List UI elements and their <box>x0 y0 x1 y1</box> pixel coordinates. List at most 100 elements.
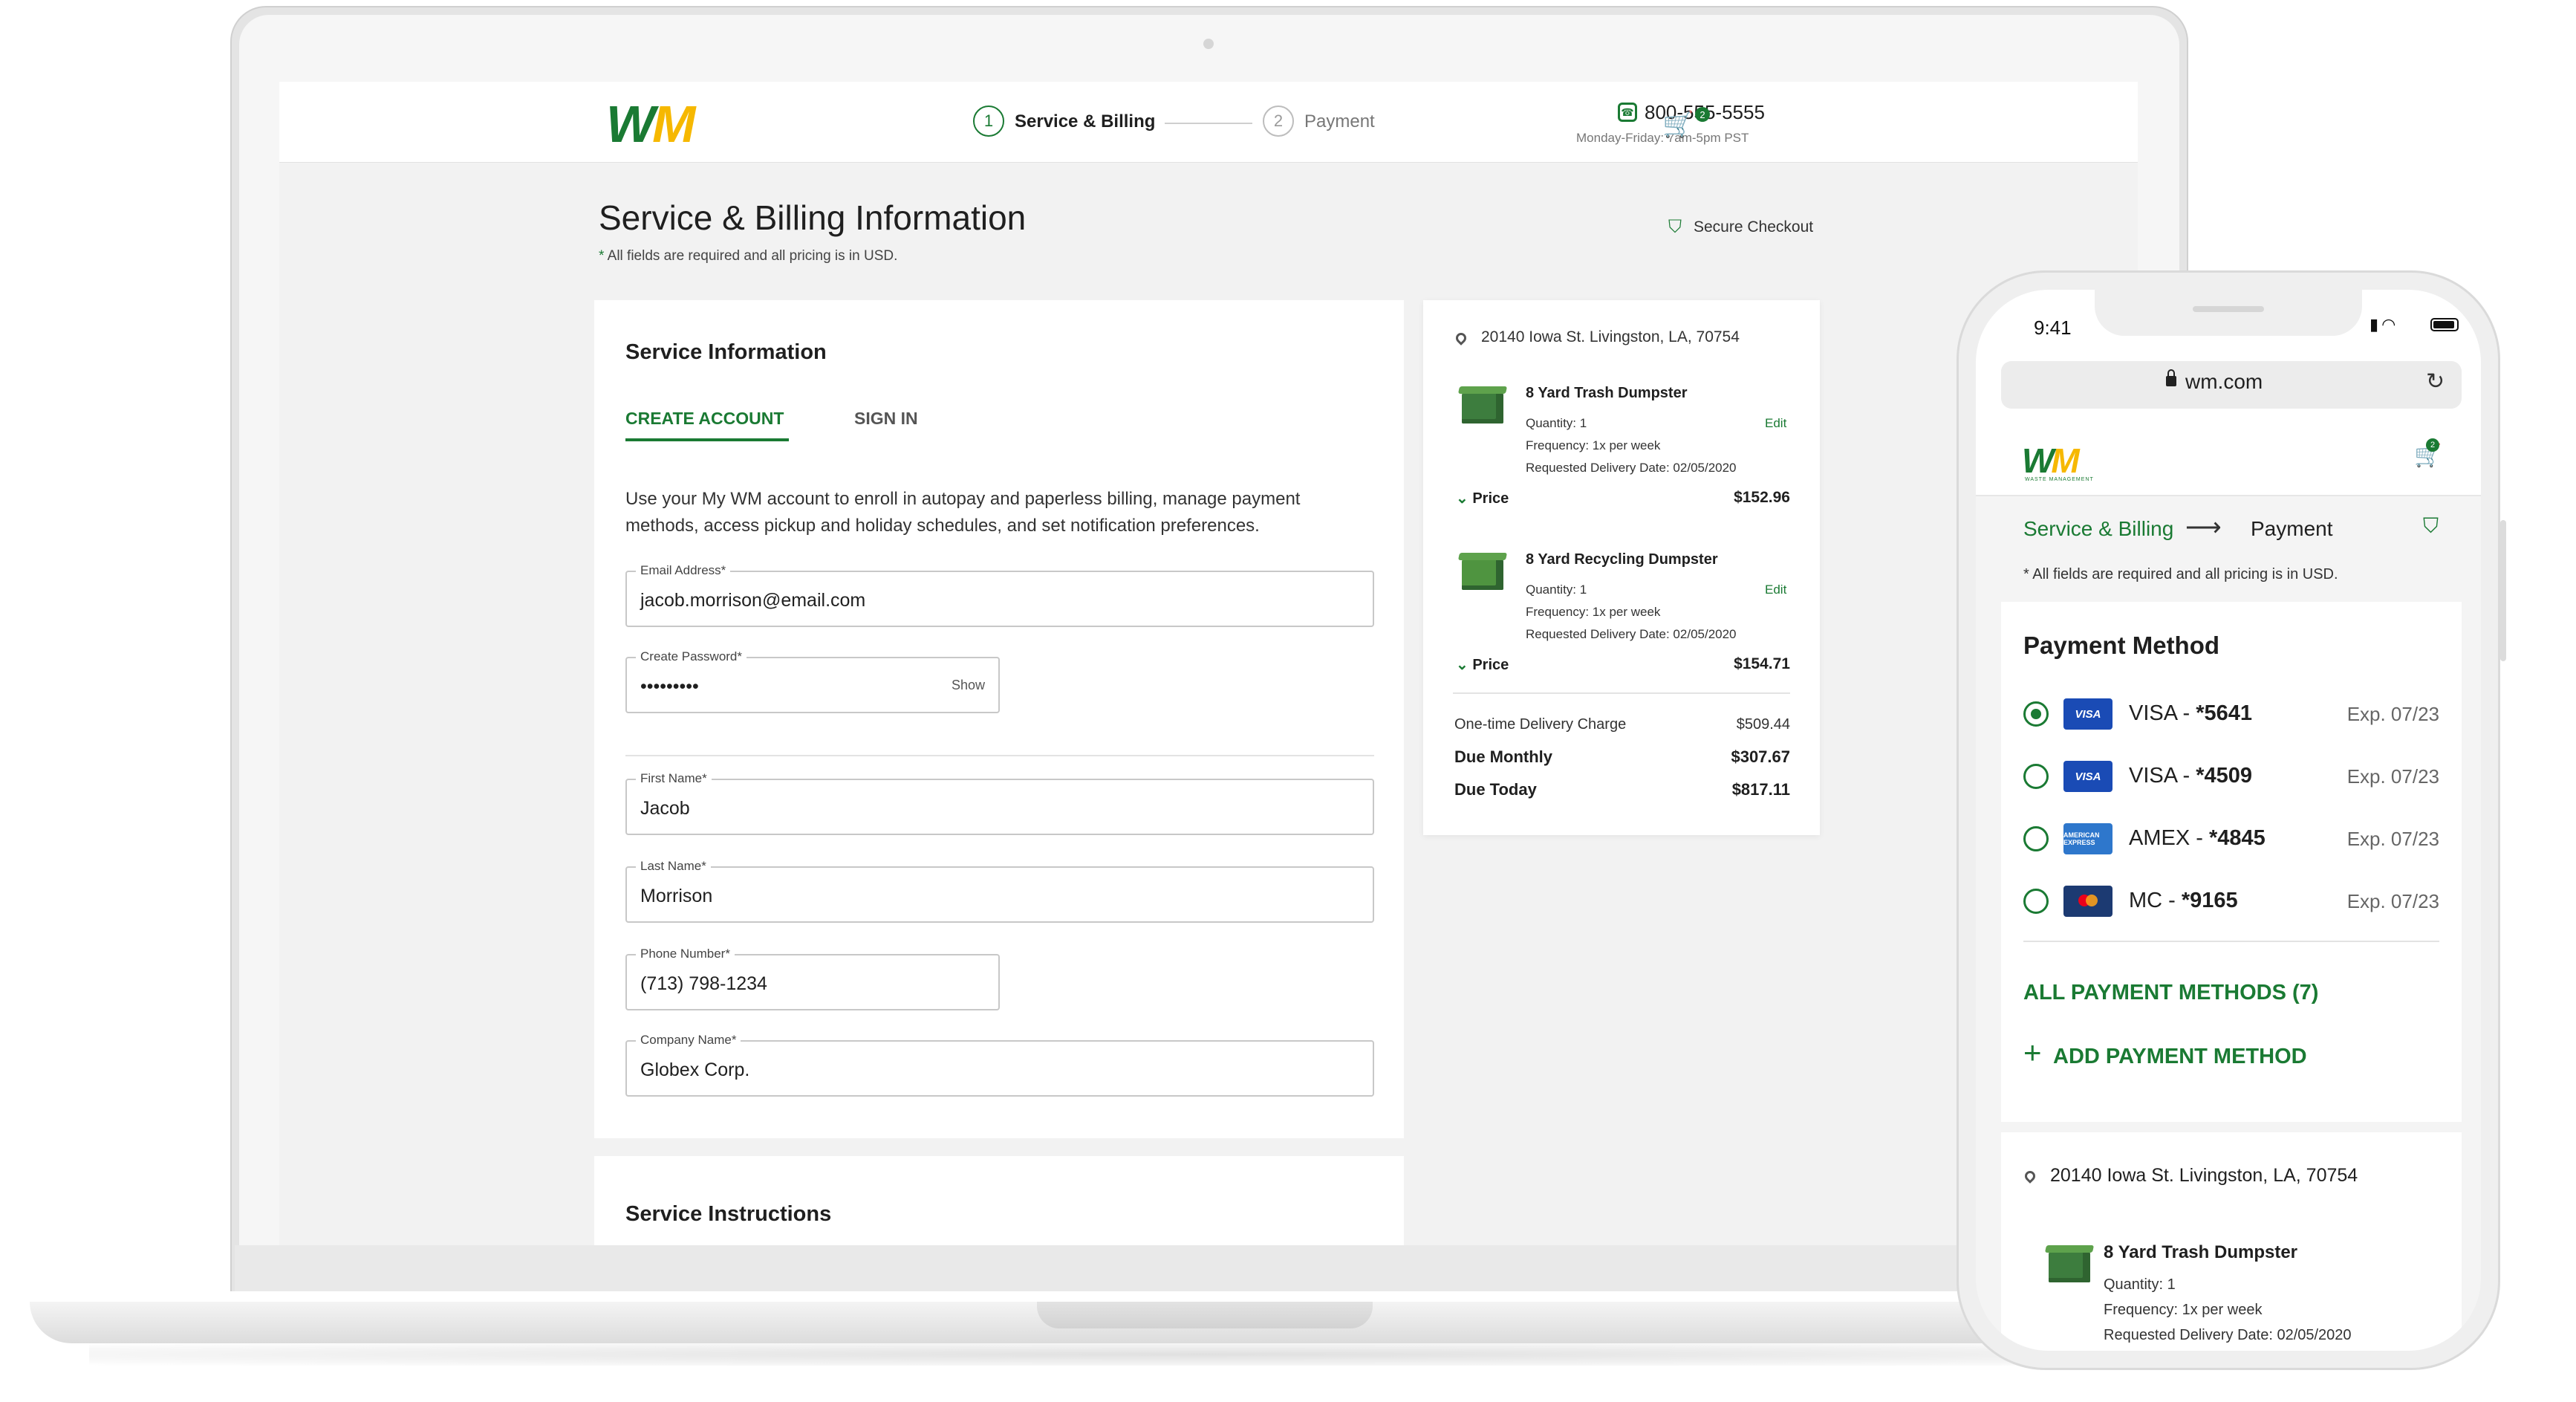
payment-divider <box>2023 941 2439 942</box>
radio-unselected[interactable] <box>2023 764 2049 789</box>
wm-logo[interactable]: WM <box>2022 441 2080 480</box>
password-value: ••••••••• <box>640 676 699 697</box>
laptop-screen: WM 1 Service & Billing 2 Payment ☎ 800-5… <box>279 82 2138 1245</box>
edit-item-link[interactable]: Edit <box>1765 582 1786 597</box>
step2-indicator: 2 <box>1263 106 1294 137</box>
card-last4: *9165 <box>2181 889 2238 912</box>
reload-icon[interactable]: ↻ <box>2426 369 2445 395</box>
card-last4: *5641 <box>2196 701 2253 725</box>
password-field[interactable]: Create Password* ••••••••• Show <box>625 649 1000 713</box>
phone-number-field[interactable]: Phone Number* (713) 798-1234 <box>625 947 1000 1010</box>
recycling-dumpster-image <box>1462 559 1503 590</box>
laptop-shadow <box>89 1343 2318 1366</box>
signal-wifi-icon: ▮◠ <box>2370 315 2399 334</box>
item-price: $154.71 <box>1734 655 1790 672</box>
add-payment-method-button[interactable]: ADD PAYMENT METHOD <box>2053 1045 2307 1069</box>
payment-label: MC - *9165 <box>2129 889 2238 913</box>
payment-method-card: Payment Method VISA VISA - *5641 Exp. 07… <box>2001 602 2462 1122</box>
card-expiry: Exp. 07/23 <box>2346 890 2439 912</box>
item-title: 8 Yard Recycling Dumpster <box>1526 551 1718 568</box>
cart-badge: 2 <box>2426 438 2439 452</box>
item-delivery-date: Requested Delivery Date: 02/05/2020 <box>1526 627 1737 641</box>
price-toggle[interactable]: ⌄ Price <box>1456 489 1509 507</box>
step-connector <box>1165 123 1252 124</box>
laptop-notch <box>1037 1302 1373 1328</box>
step1-indicator: 1 <box>973 106 1004 137</box>
payment-option-amex-4845[interactable]: AMERICAN EXPRESS AMEX - *4845 Exp. 07/23 <box>2023 816 2439 860</box>
radio-unselected[interactable] <box>2023 889 2049 914</box>
password-label: Create Password* <box>636 649 747 664</box>
due-today-value: $817.11 <box>1731 780 1790 799</box>
last-name-field[interactable]: Last Name* Morrison <box>625 859 1374 923</box>
service-info-heading: Service Information <box>625 340 827 364</box>
trash-dumpster-image <box>2049 1251 2090 1282</box>
chevron-down-icon: ⌄ <box>1456 657 1468 673</box>
logo-m: M <box>652 95 695 153</box>
email-field[interactable]: Email Address* jacob.morrison@email.com <box>625 563 1374 627</box>
radio-unselected[interactable] <box>2023 826 2049 851</box>
item-delivery-date: Requested Delivery Date: 02/05/2020 <box>2104 1327 2352 1343</box>
company-name-label: Company Name* <box>636 1033 741 1048</box>
laptop-chin <box>235 1245 2184 1291</box>
company-name-field[interactable]: Company Name* Globex Corp. <box>625 1033 1374 1097</box>
payment-label: VISA - *5641 <box>2129 701 2252 726</box>
company-name-value: Globex Corp. <box>640 1059 750 1080</box>
laptop-camera <box>1203 39 1214 49</box>
required-star: * <box>599 248 605 264</box>
shield-icon: ⛉ <box>1668 217 1682 237</box>
phone-number-label: Phone Number* <box>636 947 735 961</box>
tab-sign-in[interactable]: SIGN IN <box>854 409 918 429</box>
all-payment-methods-link[interactable]: ALL PAYMENT METHODS (7) <box>2023 981 2318 1005</box>
active-tab-indicator <box>625 438 789 441</box>
shield-icon: ⛉ <box>2423 514 2439 537</box>
first-name-field[interactable]: First Name* Jacob <box>625 771 1374 835</box>
status-time: 9:41 <box>2034 317 2072 339</box>
phone-number-value: (713) 798-1234 <box>640 973 767 994</box>
service-instructions-card: Service Instructions <box>594 1156 1404 1245</box>
mobile-order-summary-card: 20140 Iowa St. Livingston, LA, 70754 8 Y… <box>2001 1132 2462 1351</box>
payment-option-visa-5641[interactable]: VISA VISA - *5641 Exp. 07/23 <box>2023 691 2439 736</box>
page-title: Service & Billing Information <box>599 198 1027 237</box>
item-quantity: Quantity: 1 <box>2104 1276 2176 1293</box>
account-intro-text: Use your My WM account to enroll in auto… <box>625 489 1301 536</box>
cart-badge: 2 <box>1695 107 1710 122</box>
step2-label: Payment <box>1304 111 1375 132</box>
item-delivery-date: Requested Delivery Date: 02/05/2020 <box>1526 461 1737 475</box>
trash-dumpster-image <box>1462 392 1503 423</box>
item-title: 8 Yard Trash Dumpster <box>2104 1242 2297 1262</box>
tab-create-account[interactable]: CREATE ACCOUNT <box>625 409 784 429</box>
phone-notch <box>2095 290 2362 336</box>
logo-w: W <box>2022 441 2054 480</box>
service-information-card: Service Information CREATE ACCOUNT SIGN … <box>594 300 1404 1138</box>
edit-item-link[interactable]: Edit <box>1765 416 1786 431</box>
wm-logo[interactable]: WM <box>606 95 695 153</box>
arrow-right-icon: ⟶ <box>2185 513 2222 542</box>
lock-icon <box>2166 369 2176 386</box>
mc-circle-orange <box>2086 895 2098 906</box>
price-label: Price <box>1472 657 1509 673</box>
summary-divider <box>1453 692 1790 694</box>
item-quantity: Quantity: 1 <box>1526 582 1587 597</box>
due-today-label: Due Today <box>1454 780 1537 799</box>
mobile-required-note: * All fields are required and all pricin… <box>2023 566 2338 582</box>
logo-subtitle: WASTE MANAGEMENT <box>2025 477 2094 482</box>
radio-selected[interactable] <box>2023 701 2049 727</box>
payment-option-visa-4509[interactable]: VISA VISA - *4509 Exp. 07/23 <box>2023 753 2439 798</box>
delivery-charge-label: One-time Delivery Charge <box>1454 716 1627 733</box>
price-toggle[interactable]: ⌄ Price <box>1456 655 1509 674</box>
item-frequency: Frequency: 1x per week <box>1526 438 1661 452</box>
show-password-button[interactable]: Show <box>952 678 985 693</box>
payment-option-mc-9165[interactable]: MC - *9165 Exp. 07/23 <box>2023 878 2439 923</box>
item-price: $152.96 <box>1734 489 1790 506</box>
step1-label: Service & Billing <box>1015 111 1156 132</box>
due-monthly-label: Due Monthly <box>1454 747 1552 766</box>
mobile-step2-label: Payment <box>2251 517 2333 540</box>
last-name-label: Last Name* <box>636 859 711 874</box>
card-last4: *4845 <box>2208 826 2266 850</box>
email-label: Email Address* <box>636 563 731 578</box>
mastercard-icon <box>2063 886 2112 917</box>
plus-icon[interactable]: + <box>2023 1037 2042 1068</box>
item-frequency: Frequency: 1x per week <box>2104 1302 2263 1318</box>
delivery-charge-value: $509.44 <box>1736 716 1790 733</box>
service-instructions-heading: Service Instructions <box>625 1202 832 1226</box>
